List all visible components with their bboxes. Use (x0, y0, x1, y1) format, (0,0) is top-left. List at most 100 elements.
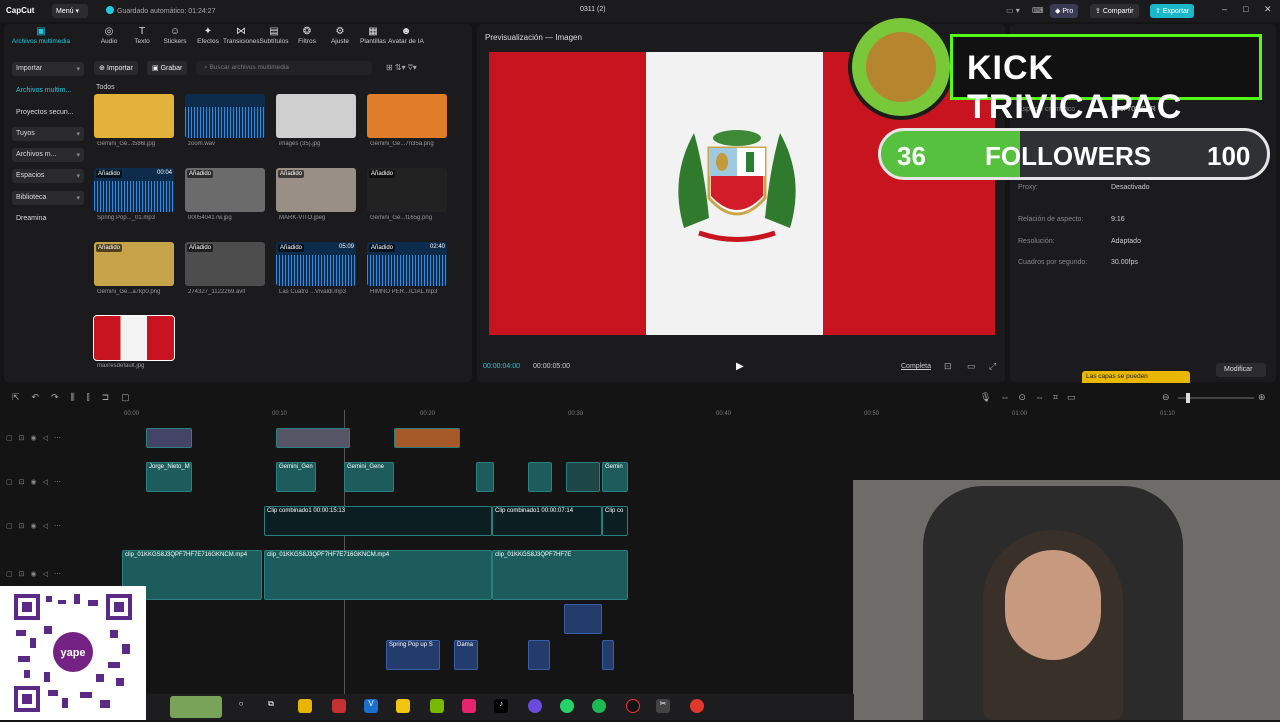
zoom-slider[interactable] (1178, 393, 1254, 403)
clip-image-2[interactable] (276, 428, 350, 448)
tool-7[interactable]: ❂ Filtros (289, 26, 325, 45)
aspect-button[interactable]: Completa (901, 363, 931, 370)
added-badge: Añadido (187, 244, 214, 252)
taskbar-widget[interactable] (170, 696, 222, 718)
minimize-icon[interactable]: – (1222, 4, 1227, 14)
screenshot-icon[interactable]: ⊡ (944, 361, 952, 372)
sidebar-item-5[interactable]: Espacios ▾ (12, 169, 84, 183)
nvidia-icon[interactable] (430, 699, 444, 713)
menu-button[interactable]: Menú ▾ (52, 4, 88, 18)
modify-button[interactable]: Modificar (1216, 363, 1266, 377)
task-view-icon[interactable]: ⧉ (264, 699, 278, 713)
audio-clip-3[interactable] (528, 640, 550, 670)
tool-5[interactable]: ⋈ Transiciones (223, 26, 260, 45)
grid-view-icon[interactable]: ⊞ ⇅▾ ⩢▾ (386, 63, 417, 73)
tool-label-9: Plantillas (359, 38, 386, 45)
zoom-in-icon[interactable]: ⊕ (1258, 392, 1266, 403)
audio-clip-1[interactable] (564, 604, 602, 634)
audio-clip-spring[interactable]: Spring Pop up S (386, 640, 440, 670)
notes-icon[interactable] (396, 699, 410, 713)
audio-clip-4[interactable] (602, 640, 614, 670)
tool-1[interactable]: ◎ Audio (91, 26, 127, 45)
track-controls-4[interactable]: ▢⊡◉◁⋯ (6, 570, 67, 578)
tool-2[interactable]: T Texto (124, 26, 160, 45)
clip-image-1[interactable] (146, 428, 192, 448)
chevron-down-icon: ▾ (76, 173, 80, 180)
media-thumb-8[interactable]: Añadido (94, 242, 174, 286)
media-thumb-4[interactable]: Añadido 00:04 (94, 168, 174, 212)
media-thumb-10[interactable]: Añadido 05:09 (276, 242, 356, 286)
sidebar-item-1[interactable]: Archivos multim... (12, 84, 84, 98)
clip-small-1[interactable] (476, 462, 494, 492)
spotify-icon[interactable] (592, 699, 606, 713)
clip-jorge[interactable]: Jorge_Nieto_M (146, 462, 192, 492)
tiktok-icon[interactable]: ♪ (494, 699, 508, 713)
ratio-icon[interactable]: ▭ (967, 361, 976, 372)
record-button[interactable]: ▣ Grabar (147, 61, 188, 75)
whatsapp-icon[interactable] (560, 699, 574, 713)
filter-all[interactable]: Todos (96, 84, 115, 91)
track-controls-2[interactable]: ▢⊡◉◁⋯ (6, 478, 67, 486)
media-thumb-7[interactable]: Añadido (367, 168, 447, 212)
media-thumb-11[interactable]: Añadido 02:40 (367, 242, 447, 286)
tool-3[interactable]: ☺ Stickers (157, 26, 193, 45)
app-icon-1[interactable] (332, 699, 346, 713)
video-clip-2[interactable]: clip_01KKGS8J3QPF7HF7E716GKNCM.mp4 (264, 550, 492, 600)
sidebar-item-6[interactable]: Biblioteca ▾ (12, 191, 84, 205)
media-thumb-2[interactable] (276, 94, 356, 138)
obs-icon[interactable] (626, 699, 640, 713)
zoom-handle[interactable] (1186, 393, 1190, 403)
prop-label-4: Resolución: (1018, 238, 1055, 245)
track-controls-1[interactable]: ▢⊡◉◁⋯ (6, 434, 67, 442)
media-thumb-9[interactable]: Añadido (185, 242, 265, 286)
tool-4[interactable]: ✦ Efectos (190, 26, 226, 45)
import-button[interactable]: ⊕ Importar (94, 61, 138, 75)
video-clip-3[interactable]: clip_01KKGS8J3QPF7HF7E (492, 550, 628, 600)
close-icon[interactable]: ✕ (1264, 4, 1272, 15)
audio-clip-dama[interactable]: Dama (454, 640, 478, 670)
search-icon[interactable]: ○ (234, 699, 248, 713)
clip-small-3[interactable] (566, 462, 600, 492)
sidebar-item-4[interactable]: Archivos m... ▾ (12, 148, 84, 162)
media-thumb-6[interactable]: Añadido (276, 168, 356, 212)
capcut-icon[interactable]: ✂ (656, 699, 670, 713)
streamer (983, 530, 1123, 720)
sidebar-item-7[interactable]: Dreamina (12, 212, 84, 226)
media-thumb-1[interactable] (185, 94, 265, 138)
clip-gemin[interactable]: Gemin (602, 462, 628, 492)
combo-clip-1[interactable]: Clip combinado1 00:00:15:13 (264, 506, 492, 536)
tool-8[interactable]: ⚙ Ajuste (322, 26, 358, 45)
combo-clip-2[interactable]: Clip combinado1 00:00:07:14 (492, 506, 602, 536)
search-input[interactable]: ⌕ Buscar archivos multimedia (196, 61, 372, 75)
timeline-right-tools[interactable]: 🎙⇔⊙⇔⌗▭ (980, 392, 1085, 403)
tool-10[interactable]: ☻ Avatar de IA (388, 26, 424, 45)
tool-0[interactable]: ▣ Archivos multimedia (8, 26, 74, 45)
maximize-icon[interactable]: □ (1243, 4, 1248, 14)
sidebar-item-label: Dreamina (16, 215, 47, 222)
messenger-icon[interactable] (528, 699, 542, 713)
clip-image-3[interactable] (394, 428, 460, 448)
tool-6[interactable]: ▤ Subtítulos (256, 26, 292, 45)
app-icon-2[interactable] (462, 699, 476, 713)
clip-small-2[interactable] (528, 462, 552, 492)
file-explorer-icon[interactable] (298, 699, 312, 713)
chrome-icon[interactable] (690, 699, 704, 713)
sidebar-item-2[interactable]: Proyectos secun... (12, 106, 84, 120)
zoom-out-icon[interactable]: ⊖ (1162, 392, 1170, 403)
media-thumb-3[interactable] (367, 94, 447, 138)
media-thumb-5[interactable]: Añadido (185, 168, 265, 212)
fullscreen-icon[interactable]: ⤢ (989, 361, 996, 372)
track-controls-3[interactable]: ▢⊡◉◁⋯ (6, 522, 67, 530)
clip-gemini-2[interactable]: Gemini_Gene (344, 462, 394, 492)
sidebar-item-3[interactable]: Tuyos ▾ (12, 127, 84, 141)
play-icon[interactable]: ▶ (736, 361, 744, 372)
timeline-tools[interactable]: ⇱↶↷⫼⫿⊐▢ (12, 392, 142, 403)
combo-clip-3[interactable]: Clip co (602, 506, 628, 536)
media-thumb-12[interactable] (93, 315, 175, 361)
sidebar-item-0[interactable]: Importar ▾ (12, 62, 84, 76)
coat-of-arms-icon (678, 130, 796, 242)
vegas-icon[interactable]: V (364, 699, 378, 713)
clip-gemini-1[interactable]: Gemini_Gen (276, 462, 316, 492)
media-thumb-0[interactable] (94, 94, 174, 138)
tool-9[interactable]: ▦ Plantillas (355, 26, 391, 45)
